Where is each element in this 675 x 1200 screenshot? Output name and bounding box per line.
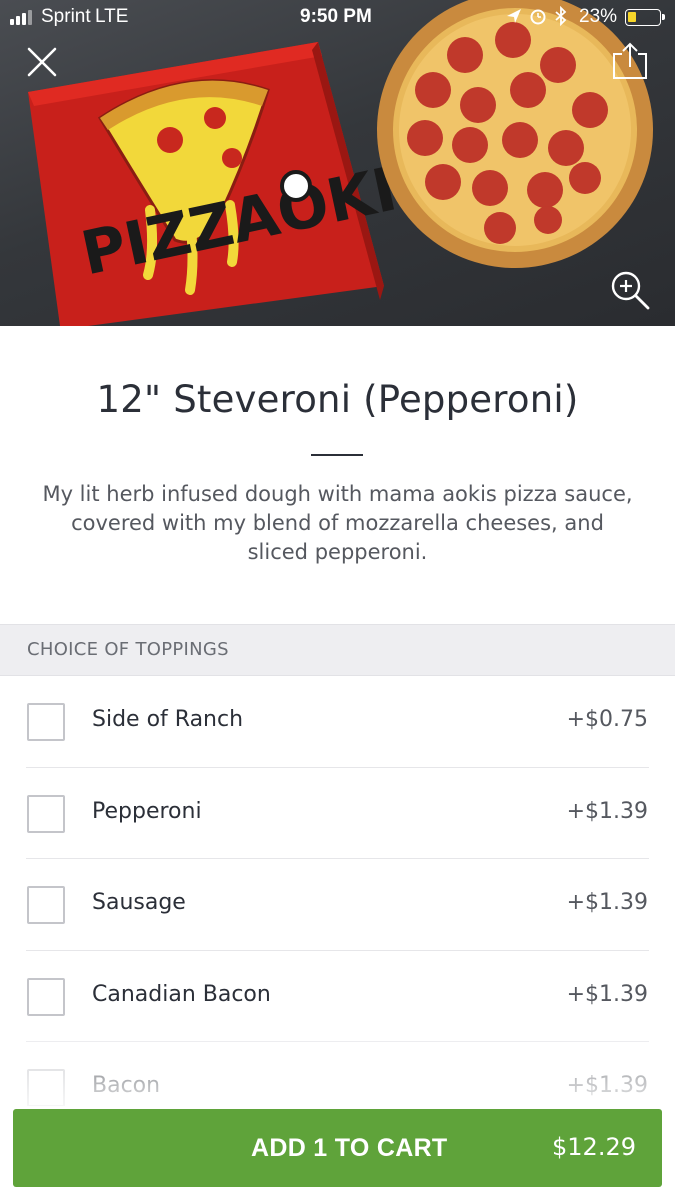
location-icon <box>507 9 521 23</box>
topping-price: +$1.39 <box>566 1073 648 1098</box>
signal-strength-icon <box>10 9 32 25</box>
topping-name: Canadian Bacon <box>92 981 271 1007</box>
topping-name: Sausage <box>92 890 186 915</box>
share-button[interactable] <box>608 40 652 84</box>
topping-price: +$1.39 <box>566 798 648 824</box>
cart-total-price: $12.29 <box>552 1133 636 1161</box>
close-icon <box>27 47 57 77</box>
topping-option-canadian-bacon[interactable]: Canadian Bacon +$1.39 <box>0 951 675 1043</box>
topping-price: +$1.39 <box>566 890 648 915</box>
topping-option-pepperoni[interactable]: Pepperoni +$1.39 <box>0 768 675 860</box>
topping-name: Pepperoni <box>92 798 202 824</box>
share-icon <box>613 42 647 79</box>
checkbox[interactable] <box>27 703 65 741</box>
add-to-cart-button[interactable]: ADD 1 TO CART $12.29 <box>13 1109 662 1187</box>
topping-name: Side of Ranch <box>92 707 244 732</box>
topping-option-side-of-ranch[interactable]: Side of Ranch +$0.75 <box>0 676 675 768</box>
topping-name: Bacon <box>92 1073 161 1098</box>
zoom-in-icon <box>611 271 650 310</box>
toppings-section-header: CHOICE OF TOPPINGS <box>0 624 675 676</box>
product-title: 12" Steveroni (Pepperoni) <box>96 378 579 421</box>
pizza-box: PIZZAOKI <box>28 42 403 326</box>
topping-price: +$0.75 <box>566 707 648 732</box>
checkbox[interactable] <box>27 977 65 1016</box>
battery-percent: 23% <box>579 6 618 27</box>
section-title: CHOICE OF TOPPINGS <box>27 639 229 660</box>
checkbox[interactable] <box>27 1069 65 1106</box>
alarm-icon <box>530 9 546 25</box>
topping-option-bacon[interactable]: Bacon +$1.39 <box>0 1042 675 1106</box>
title-divider <box>311 454 363 456</box>
zoom-button[interactable] <box>606 266 654 314</box>
status-bar: Sprint LTE 9:50 PM 23% <box>0 0 675 34</box>
checkbox[interactable] <box>27 886 65 924</box>
topping-option-sausage[interactable]: Sausage +$1.39 <box>0 859 675 951</box>
product-hero-image: PIZZAOKI Sprint LTE 9:50 PM 23% <box>0 0 675 326</box>
bluetooth-icon <box>555 5 567 27</box>
status-time: 9:50 PM <box>300 6 372 27</box>
topping-price: +$1.39 <box>566 981 648 1007</box>
toppings-list: Side of Ranch +$0.75 Pepperoni +$1.39 Sa… <box>0 676 675 1106</box>
network-type: LTE <box>95 6 129 27</box>
product-description: My lit herb infused dough with mama aoki… <box>42 482 633 564</box>
battery-icon <box>625 9 665 26</box>
add-to-cart-label: ADD 1 TO CART <box>251 1134 448 1162</box>
close-button[interactable] <box>24 44 60 80</box>
pizza-photo: PIZZAOKI <box>28 0 653 326</box>
status-icons <box>505 5 573 32</box>
checkbox[interactable] <box>27 794 65 833</box>
carrier-name: Sprint <box>41 6 91 27</box>
